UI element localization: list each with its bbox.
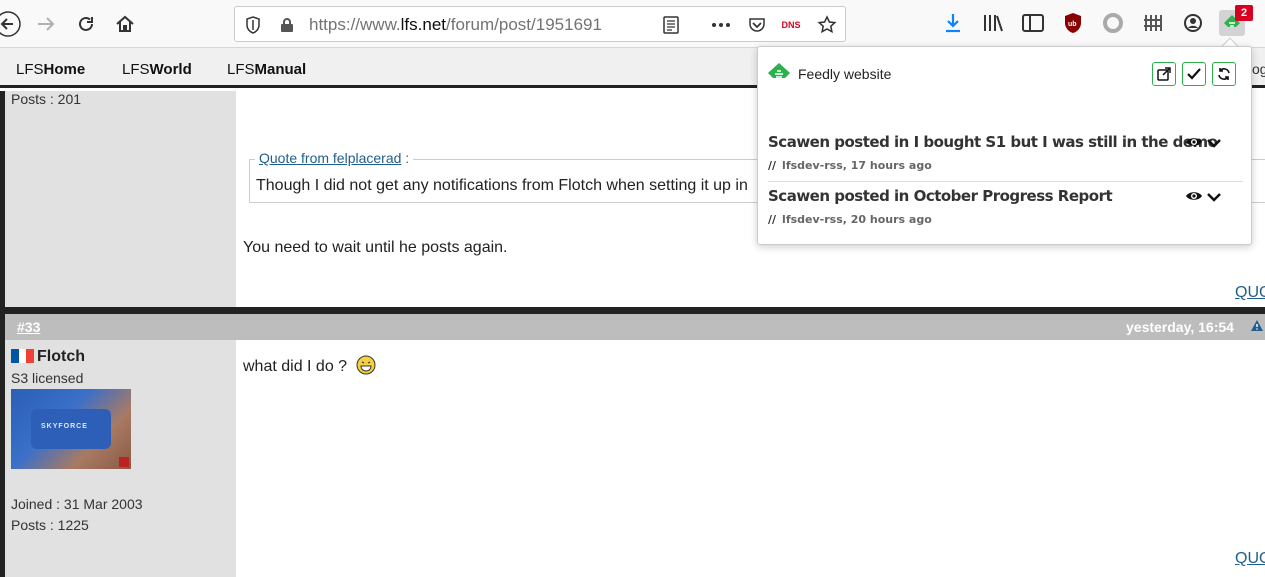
expand-chevron-icon[interactable] [1207,135,1221,152]
feed-item-1-meta: ∕∕ lfsdev-rss, 17 hours ago [768,159,932,172]
home-icon[interactable] [109,8,141,40]
nav-world-label: World [149,61,192,78]
nav-world-prefix: LFS [122,61,150,78]
circle-extension-icon[interactable] [1100,10,1126,36]
nav-manual-prefix: LFS [227,61,255,78]
more-actions-icon[interactable] [709,13,733,37]
feed-item-2-title[interactable]: Scawen posted in October Progress Report [768,187,1243,205]
open-feedly-button[interactable] [1152,62,1176,86]
feed-divider [768,181,1243,182]
feed-item-1-source: lfsdev-rss [782,159,843,172]
expand-chevron-icon[interactable] [1207,189,1221,206]
feed-item-1-actions [1185,135,1221,152]
post-2-body: what did I do ? [243,355,376,380]
nav-home-label: Home [43,61,86,78]
dns-label: DNS [781,20,801,30]
nav-manual-label: Manual [254,61,307,78]
quote-legend: Quote from felplacerad : [255,150,414,166]
post-1-body: You need to wait until he posts again. [243,239,508,256]
post-timestamp: yesterday, 16:54 [1126,319,1234,335]
reader-view-icon[interactable] [659,13,683,37]
feed-item-2-source: lfsdev-rss [782,213,843,226]
feed-item-1-title[interactable]: Scawen posted in I bought S1 but I was s… [768,133,1243,151]
url-text[interactable]: https://www.lfs.net/forum/post/1951691 [309,15,639,35]
library-icon[interactable] [980,10,1006,36]
nav-lfs-world[interactable]: LFSWorld [122,61,192,78]
preview-eye-icon[interactable] [1185,135,1207,152]
feed-item-2-age: 20 hours ago [850,213,932,226]
lock-icon[interactable] [275,13,299,37]
back-icon[interactable] [0,8,24,40]
preview-eye-icon[interactable] [1185,189,1207,206]
avatar-tag [119,457,129,467]
url-prefix: https://www. [309,15,401,34]
feed-item-1[interactable]: Scawen posted in I bought S1 but I was s… [768,133,1243,172]
notification-badge: 2 [1235,5,1253,21]
report-warning-icon[interactable] [1250,319,1264,335]
download-icon[interactable] [940,10,966,36]
shield-icon[interactable] [241,13,265,37]
rss-source-icon: ∕∕ [768,159,777,172]
post-2-rank: S3 licensed [11,370,84,386]
browser-toolbar: https://www.lfs.net/forum/post/1951691 D… [0,0,1265,48]
post-1-quote-link[interactable]: QUO [1235,284,1265,302]
rss-source-icon: ∕∕ [768,213,777,226]
post-1-posts-count: Posts : 201 [11,91,82,107]
quote-author-link[interactable]: Quote from felplacerad [259,150,401,166]
post-separator [0,307,1265,314]
post-2-body-text: what did I do ? [243,358,348,375]
quote-text: Though I did not get any notifications f… [256,177,748,194]
laughing-emoji-icon [356,355,376,380]
url-path: /forum/post/1951691 [446,15,602,34]
nav-login-fragment[interactable]: og [1252,61,1265,77]
grid-extension-icon[interactable] [1140,10,1166,36]
account-icon[interactable] [1180,10,1206,36]
feedly-logo-icon [768,63,790,83]
post-number-link[interactable]: #33 [17,319,40,335]
sidebar-icon[interactable] [1020,10,1046,36]
bookmark-star-icon[interactable] [815,13,839,37]
post-2-joined: Joined : 31 Mar 2003 [11,496,143,512]
user-avatar[interactable]: SKYFORCE [11,389,131,469]
refresh-feed-button[interactable] [1212,62,1236,86]
post-2-quote-link[interactable]: QUO [1235,550,1265,568]
feed-item-2[interactable]: Scawen posted in October Progress Report… [768,187,1243,226]
feed-item-2-actions [1185,189,1221,206]
nav-home-prefix: LFS [16,61,44,78]
feed-item-2-meta: ∕∕ lfsdev-rss, 20 hours ago [768,213,932,226]
nav-lfs-manual[interactable]: LFSManual [227,61,306,78]
feedly-popup-title[interactable]: Feedly website [798,66,891,82]
feed-item-1-age: 17 hours ago [850,159,932,172]
post-2-header: #33 yesterday, 16:54 [5,314,1265,340]
pocket-icon[interactable] [745,13,769,37]
ublock-icon[interactable]: ub [1060,10,1086,36]
forum-post-2 [5,340,1265,577]
post-2-username[interactable]: Flotch [37,348,85,366]
mark-all-read-button[interactable] [1182,62,1206,86]
avatar-shirt-text: SKYFORCE [41,423,88,430]
url-domain: lfs.net [400,15,446,34]
dns-icon[interactable]: DNS [779,13,803,37]
post-2-posts-count: Posts : 1225 [11,517,89,533]
reload-icon[interactable] [70,8,102,40]
france-flag-icon [11,349,35,363]
url-bar[interactable]: https://www.lfs.net/forum/post/1951691 D… [234,6,846,42]
feedly-popup: Feedly website Scawen posted in I bought… [757,46,1252,245]
forward-icon[interactable] [30,8,62,40]
quote-colon: : [405,150,410,166]
svg-text:ub: ub [1068,21,1077,28]
nav-lfs-home[interactable]: LFSHome [16,61,85,78]
post-1-sidebar: Posts : 201 [5,91,236,307]
